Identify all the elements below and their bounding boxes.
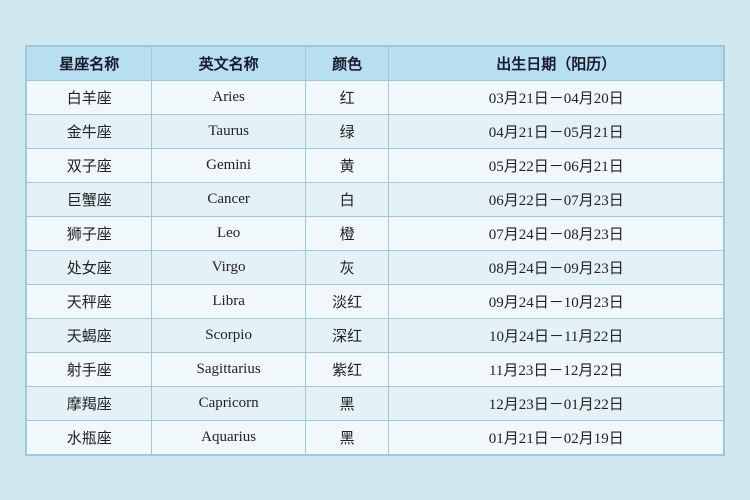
table-row: 天蝎座Scorpio深红10月24日－11月22日 (27, 318, 724, 352)
cell-chinese: 狮子座 (27, 216, 152, 250)
cell-english: Capricorn (152, 386, 305, 420)
cell-english: Taurus (152, 114, 305, 148)
cell-date: 05月22日－06月21日 (389, 148, 724, 182)
table-header-row: 星座名称 英文名称 颜色 出生日期（阳历） (27, 46, 724, 80)
cell-color: 红 (305, 80, 389, 114)
cell-color: 淡红 (305, 284, 389, 318)
cell-english: Aries (152, 80, 305, 114)
cell-chinese: 天蝎座 (27, 318, 152, 352)
cell-english: Libra (152, 284, 305, 318)
cell-date: 09月24日－10月23日 (389, 284, 724, 318)
table-row: 金牛座Taurus绿04月21日－05月21日 (27, 114, 724, 148)
cell-color: 白 (305, 182, 389, 216)
cell-chinese: 白羊座 (27, 80, 152, 114)
cell-color: 深红 (305, 318, 389, 352)
cell-chinese: 天秤座 (27, 284, 152, 318)
cell-chinese: 处女座 (27, 250, 152, 284)
cell-date: 12月23日－01月22日 (389, 386, 724, 420)
cell-chinese: 水瓶座 (27, 420, 152, 454)
table-row: 巨蟹座Cancer白06月22日－07月23日 (27, 182, 724, 216)
table-row: 双子座Gemini黄05月22日－06月21日 (27, 148, 724, 182)
cell-chinese: 金牛座 (27, 114, 152, 148)
cell-color: 橙 (305, 216, 389, 250)
cell-date: 07月24日－08月23日 (389, 216, 724, 250)
cell-chinese: 巨蟹座 (27, 182, 152, 216)
cell-english: Scorpio (152, 318, 305, 352)
table-row: 射手座Sagittarius紫红11月23日－12月22日 (27, 352, 724, 386)
cell-english: Cancer (152, 182, 305, 216)
cell-color: 黑 (305, 386, 389, 420)
table-row: 处女座Virgo灰08月24日－09月23日 (27, 250, 724, 284)
cell-color: 绿 (305, 114, 389, 148)
cell-date: 08月24日－09月23日 (389, 250, 724, 284)
header-color: 颜色 (305, 46, 389, 80)
cell-english: Leo (152, 216, 305, 250)
cell-date: 01月21日－02月19日 (389, 420, 724, 454)
cell-english: Gemini (152, 148, 305, 182)
cell-date: 10月24日－11月22日 (389, 318, 724, 352)
cell-chinese: 双子座 (27, 148, 152, 182)
header-chinese: 星座名称 (27, 46, 152, 80)
cell-english: Virgo (152, 250, 305, 284)
cell-chinese: 射手座 (27, 352, 152, 386)
table-row: 狮子座Leo橙07月24日－08月23日 (27, 216, 724, 250)
zodiac-table-container: 星座名称 英文名称 颜色 出生日期（阳历） 白羊座Aries红03月21日－04… (25, 45, 725, 456)
cell-english: Aquarius (152, 420, 305, 454)
cell-color: 黑 (305, 420, 389, 454)
cell-date: 11月23日－12月22日 (389, 352, 724, 386)
table-row: 天秤座Libra淡红09月24日－10月23日 (27, 284, 724, 318)
table-row: 摩羯座Capricorn黑12月23日－01月22日 (27, 386, 724, 420)
cell-chinese: 摩羯座 (27, 386, 152, 420)
cell-english: Sagittarius (152, 352, 305, 386)
cell-color: 紫红 (305, 352, 389, 386)
cell-date: 04月21日－05月21日 (389, 114, 724, 148)
cell-color: 黄 (305, 148, 389, 182)
table-row: 白羊座Aries红03月21日－04月20日 (27, 80, 724, 114)
zodiac-table: 星座名称 英文名称 颜色 出生日期（阳历） 白羊座Aries红03月21日－04… (26, 46, 724, 455)
cell-date: 06月22日－07月23日 (389, 182, 724, 216)
table-row: 水瓶座Aquarius黑01月21日－02月19日 (27, 420, 724, 454)
header-english: 英文名称 (152, 46, 305, 80)
cell-color: 灰 (305, 250, 389, 284)
header-date: 出生日期（阳历） (389, 46, 724, 80)
cell-date: 03月21日－04月20日 (389, 80, 724, 114)
